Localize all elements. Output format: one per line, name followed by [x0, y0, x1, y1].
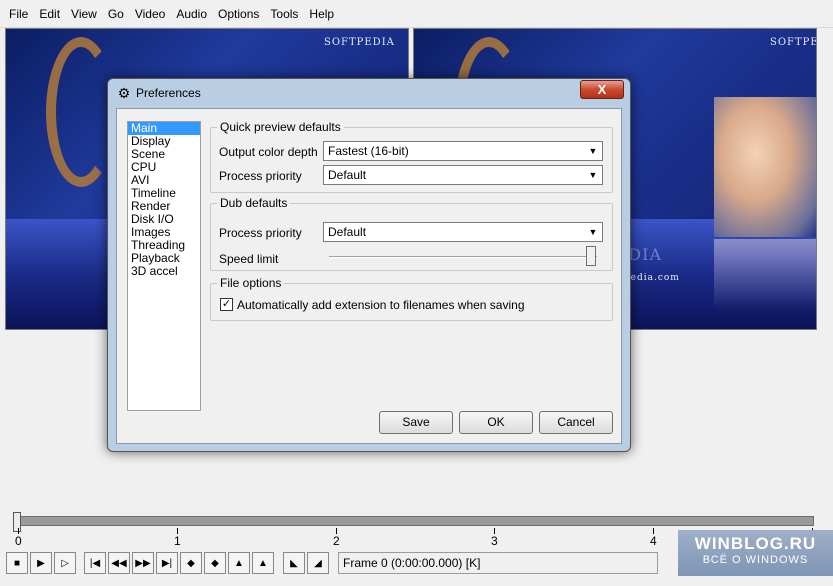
frame-status: Frame 0 (0:00:00.000) [K] — [338, 552, 658, 574]
quick-preview-group: Quick preview defaults Output color dept… — [210, 120, 613, 193]
menu-video[interactable]: Video — [130, 0, 170, 28]
timeline-tick-label: 2 — [333, 534, 340, 548]
go-to-end-icon[interactable]: ▶| — [156, 552, 178, 574]
brand-watermark: WINBLOG.RU ВСЁ О WINDOWS — [678, 530, 833, 576]
quick-preview-title: Quick preview defaults — [217, 120, 344, 134]
menu-tools[interactable]: Tools — [265, 0, 303, 28]
prev-keyframe-icon[interactable]: ◆ — [180, 552, 202, 574]
output-color-depth-select[interactable]: Fastest (16-bit) ▼ — [323, 141, 603, 161]
navigation-controls: |◀ ◀◀ ▶▶ ▶| ◆ ◆ ▲ ▲ — [84, 552, 276, 574]
step-back-icon[interactable]: ◀◀ — [108, 552, 130, 574]
menu-audio[interactable]: Audio — [171, 0, 212, 28]
go-to-start-icon[interactable]: |◀ — [84, 552, 106, 574]
file-options-group: File options ✓ Automatically add extensi… — [210, 276, 613, 321]
auto-extension-checkbox[interactable]: ✓ — [220, 298, 233, 311]
dialog-title: Preferences — [136, 86, 201, 100]
file-options-title: File options — [217, 276, 285, 290]
next-scene-icon[interactable]: ▲ — [252, 552, 274, 574]
menu-go[interactable]: Go — [103, 0, 129, 28]
menu-edit[interactable]: Edit — [34, 0, 65, 28]
speed-limit-label: Speed limit — [219, 252, 279, 266]
watermark-small: SOFTPEDIA — [770, 37, 816, 48]
timeline-tick-label: 4 — [650, 534, 657, 548]
menu-options[interactable]: Options — [213, 0, 264, 28]
cancel-button[interactable]: Cancel — [539, 411, 613, 434]
timeline-position-thumb[interactable] — [13, 512, 21, 532]
output-color-depth-value: Fastest (16-bit) — [328, 144, 409, 158]
timeline-tick-label: 3 — [491, 534, 498, 548]
logo-swirl-graphic — [46, 37, 116, 187]
chevron-down-icon: ▼ — [588, 170, 598, 180]
prev-scene-icon[interactable]: ▲ — [228, 552, 250, 574]
speed-limit-track[interactable] — [329, 256, 597, 258]
quick-process-priority-value: Default — [328, 168, 367, 182]
preferences-page-list[interactable]: Main Display Scene CPU AVI Timeline Rend… — [127, 121, 201, 411]
selection-controls: ◣ ◢ — [283, 552, 331, 574]
mark-in-icon[interactable]: ◣ — [283, 552, 305, 574]
playback-controls: ■ ▶ ▷ — [6, 552, 78, 574]
speed-limit-thumb[interactable] — [586, 246, 596, 266]
step-forward-icon[interactable]: ▶▶ — [132, 552, 154, 574]
menu-help[interactable]: Help — [304, 0, 339, 28]
dub-process-priority-select[interactable]: Default ▼ — [323, 222, 603, 242]
gear-icon: ⚙ — [117, 85, 131, 101]
next-keyframe-icon[interactable]: ◆ — [204, 552, 226, 574]
quick-process-priority-label: Process priority — [219, 169, 302, 183]
menu-bar: File Edit View Go Video Audio Options To… — [0, 0, 833, 28]
dub-defaults-group: Dub defaults Process priority Default ▼ … — [210, 196, 613, 271]
quick-process-priority-select[interactable]: Default ▼ — [323, 165, 603, 185]
portrait-reflection — [714, 239, 816, 309]
chevron-down-icon: ▼ — [588, 146, 598, 156]
brand-line-1: WINBLOG.RU — [694, 534, 817, 553]
chevron-down-icon: ▼ — [588, 227, 598, 237]
dialog-body: Main Display Scene CPU AVI Timeline Rend… — [116, 108, 622, 444]
auto-extension-label: Automatically add extension to filenames… — [237, 298, 525, 312]
menu-view[interactable]: View — [66, 0, 102, 28]
dialog-titlebar[interactable]: ⚙ Preferences X — [108, 79, 630, 107]
play-output-icon[interactable]: ▷ — [54, 552, 76, 574]
output-color-depth-label: Output color depth — [219, 145, 318, 159]
dub-process-priority-label: Process priority — [219, 226, 302, 240]
timeline-track[interactable] — [16, 516, 814, 526]
page-item-3d-accel[interactable]: 3D accel — [128, 265, 200, 278]
save-button[interactable]: Save — [379, 411, 453, 434]
close-button[interactable]: X — [580, 80, 624, 99]
timeline-tick-label: 0 — [15, 534, 22, 548]
brand-line-2: ВСЁ О WINDOWS — [702, 554, 809, 566]
timeline-tick-label: 1 — [174, 534, 181, 548]
stop-icon[interactable]: ■ — [6, 552, 28, 574]
dub-process-priority-value: Default — [328, 225, 367, 239]
mark-out-icon[interactable]: ◢ — [307, 552, 329, 574]
watermark-small: SOFTPEDIA — [324, 37, 395, 48]
preferences-dialog: ⚙ Preferences X Main Display Scene CPU A… — [107, 78, 631, 452]
dub-defaults-title: Dub defaults — [217, 196, 291, 210]
play-input-icon[interactable]: ▶ — [30, 552, 52, 574]
portrait-image — [714, 97, 816, 237]
ok-button[interactable]: OK — [459, 411, 533, 434]
menu-file[interactable]: File — [4, 0, 33, 28]
